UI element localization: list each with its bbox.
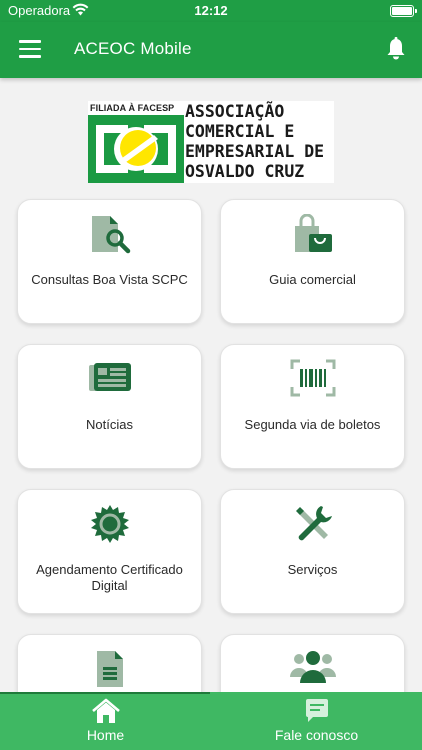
card-guia-comercial[interactable]: Guia comercial bbox=[220, 199, 405, 324]
document-icon bbox=[96, 651, 123, 687]
card-label: Notícias bbox=[86, 417, 133, 432]
card-servicos[interactable]: Serviços bbox=[220, 489, 405, 614]
nav-label: Home bbox=[86, 727, 125, 743]
bottom-nav: Home Fale conosco bbox=[0, 692, 422, 750]
card-label: Segunda via de boletos bbox=[244, 417, 381, 432]
nav-fale-conosco[interactable]: Fale conosco bbox=[211, 692, 422, 750]
card-label: Serviços bbox=[287, 562, 338, 577]
shopping-bag-icon bbox=[294, 214, 332, 252]
nav-label: Fale conosco bbox=[274, 727, 359, 743]
certificate-seal-icon bbox=[90, 505, 129, 543]
home-icon bbox=[91, 698, 120, 723]
card-label: Agendamento Certificado Digital bbox=[36, 562, 183, 593]
card-consultas-boa-vista[interactable]: Consultas Boa Vista SCPC bbox=[17, 199, 202, 324]
menu-grid: Consultas Boa Vista SCPC Guia comercial … bbox=[0, 0, 422, 750]
card-noticias[interactable]: Notícias bbox=[17, 344, 202, 469]
card-agendamento-certificado[interactable]: Agendamento Certificado Digital bbox=[17, 489, 202, 614]
tools-icon bbox=[295, 506, 332, 541]
newspaper-icon bbox=[88, 363, 131, 391]
card-label: Guia comercial bbox=[269, 272, 356, 287]
chat-icon bbox=[305, 699, 328, 722]
nav-home[interactable]: Home bbox=[0, 692, 211, 750]
card-segunda-via-boletos[interactable]: Segunda via de boletos bbox=[220, 344, 405, 469]
barcode-scan-icon bbox=[290, 359, 335, 397]
card-label: Consultas Boa Vista SCPC bbox=[31, 272, 188, 287]
people-group-icon bbox=[289, 651, 336, 683]
document-search-icon bbox=[91, 216, 130, 254]
